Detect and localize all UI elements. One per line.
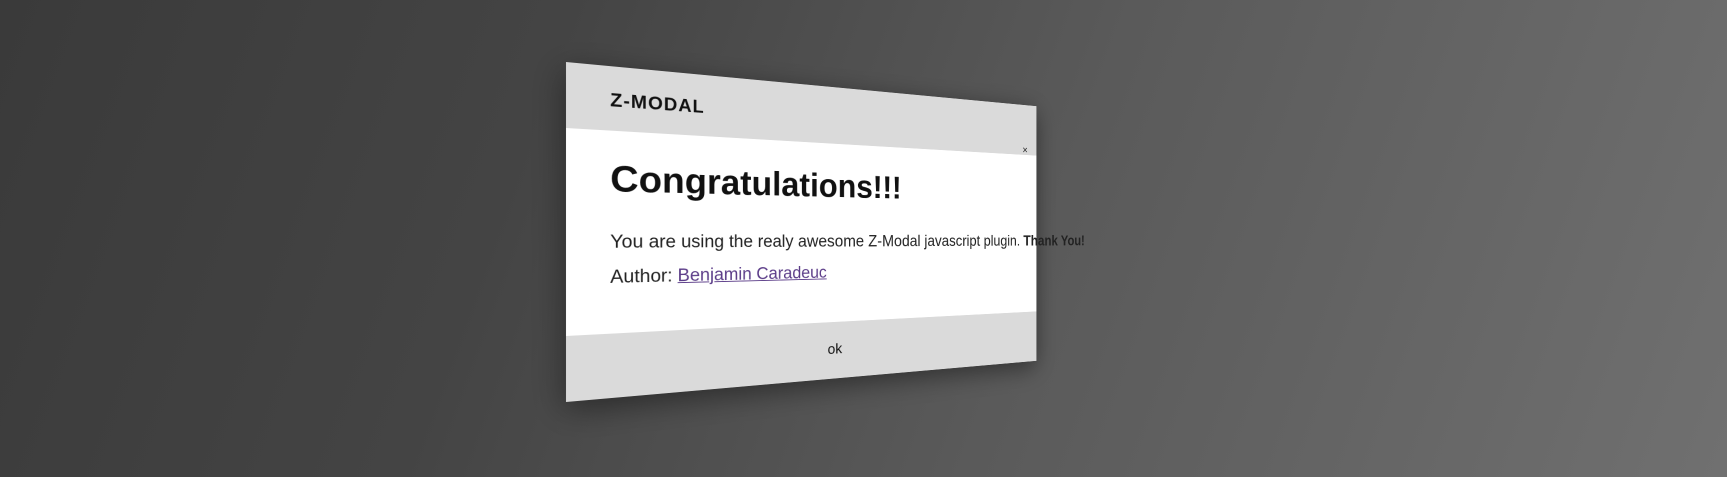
modal-title: Z-MODAL bbox=[610, 90, 705, 118]
ok-button[interactable]: ok bbox=[566, 328, 1036, 378]
message-text: You are using the realy awesome Z-Modal … bbox=[610, 232, 1024, 253]
modal-dialog: Z-MODAL × Congratulations!!! You are usi… bbox=[566, 62, 1085, 402]
author-line: Author: Benjamin Caradeuc bbox=[610, 261, 1019, 289]
modal-header: Z-MODAL × bbox=[566, 62, 1037, 156]
modal-footer: ok bbox=[566, 311, 1037, 402]
modal-backdrop: Z-MODAL × Congratulations!!! You are usi… bbox=[0, 0, 1727, 477]
modal-message: You are using the realy awesome Z-Modal … bbox=[610, 232, 1085, 253]
modal-body: Congratulations!!! You are using the rea… bbox=[610, 158, 1085, 289]
author-link[interactable]: Benjamin Caradeuc bbox=[678, 264, 827, 286]
close-button[interactable]: × bbox=[1022, 143, 1027, 155]
message-thanks: Thank You! bbox=[1023, 233, 1085, 250]
author-label: Author: bbox=[610, 266, 678, 288]
modal-headline: Congratulations!!! bbox=[610, 158, 902, 206]
